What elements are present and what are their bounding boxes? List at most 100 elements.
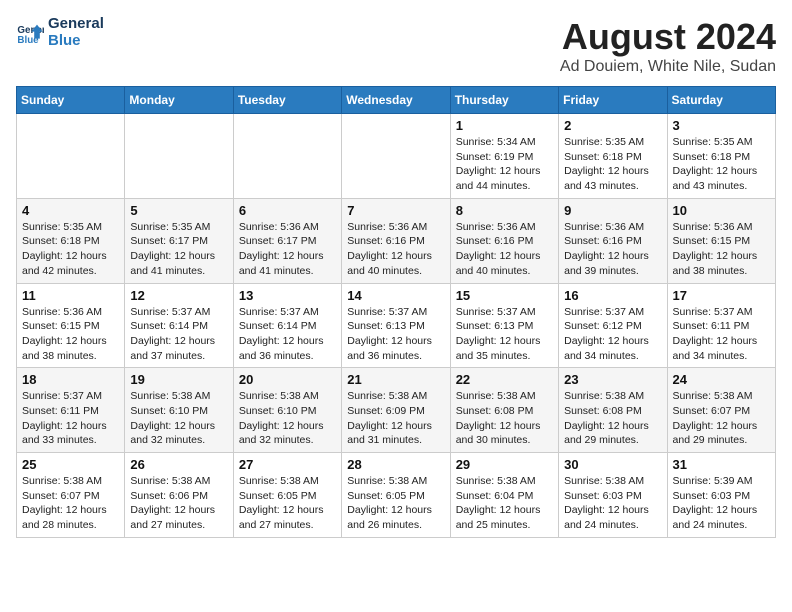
calendar-cell [233, 114, 341, 199]
cell-info: Sunrise: 5:36 AM Sunset: 6:16 PM Dayligh… [564, 220, 661, 279]
calendar-cell: 23 Sunrise: 5:38 AM Sunset: 6:08 PM Dayli… [559, 368, 667, 453]
day-number: 23 [564, 372, 661, 387]
day-number: 5 [130, 203, 227, 218]
cell-info: Sunrise: 5:34 AM Sunset: 6:19 PM Dayligh… [456, 135, 553, 194]
calendar-cell: 19Sunrise: 5:38 AM Sunset: 6:10 PM Dayli… [125, 368, 233, 453]
logo: General Blue General Blue [16, 16, 104, 49]
day-number: 8 [456, 203, 553, 218]
calendar-cell: 10 Sunrise: 5:36 AM Sunset: 6:15 PM Dayli… [667, 198, 775, 283]
calendar-cell: 28 Sunrise: 5:38 AM Sunset: 6:05 PM Dayli… [342, 453, 450, 538]
cell-info: Sunrise: 5:38 AM Sunset: 6:09 PM Dayligh… [347, 389, 444, 448]
calendar-cell: 5 Sunrise: 5:35 AM Sunset: 6:17 PM Daylig… [125, 198, 233, 283]
day-number: 12 [130, 288, 227, 303]
day-number: 27 [239, 457, 336, 472]
day-number: 28 [347, 457, 444, 472]
day-header-wednesday: Wednesday [342, 87, 450, 114]
calendar-cell: 15 Sunrise: 5:37 AM Sunset: 6:13 PM Dayli… [450, 283, 558, 368]
cell-info: Sunrise: 5:39 AM Sunset: 6:03 PM Dayligh… [673, 474, 770, 533]
day-number: 2 [564, 118, 661, 133]
calendar-cell: 8 Sunrise: 5:36 AM Sunset: 6:16 PM Daylig… [450, 198, 558, 283]
cell-info: Sunrise: 5:38 AM Sunset: 6:08 PM Dayligh… [564, 389, 661, 448]
day-number: 17 [673, 288, 770, 303]
day-number: 14 [347, 288, 444, 303]
calendar-cell [125, 114, 233, 199]
day-number: 20 [239, 372, 336, 387]
calendar-cell: 14 Sunrise: 5:37 AM Sunset: 6:13 PM Dayli… [342, 283, 450, 368]
calendar-cell: 16 Sunrise: 5:37 AM Sunset: 6:12 PM Dayli… [559, 283, 667, 368]
calendar-cell: 21 Sunrise: 5:38 AM Sunset: 6:09 PM Dayli… [342, 368, 450, 453]
day-header-tuesday: Tuesday [233, 87, 341, 114]
day-number: 29 [456, 457, 553, 472]
calendar-cell: 20 Sunrise: 5:38 AM Sunset: 6:10 PM Dayli… [233, 368, 341, 453]
calendar-week-5: 25Sunrise: 5:38 AM Sunset: 6:07 PM Dayli… [17, 453, 776, 538]
day-number: 11 [22, 288, 119, 303]
header-row: SundayMondayTuesdayWednesdayThursdayFrid… [17, 87, 776, 114]
day-header-saturday: Saturday [667, 87, 775, 114]
cell-info: Sunrise: 5:37 AM Sunset: 6:11 PM Dayligh… [673, 305, 770, 364]
calendar-cell: 12 Sunrise: 5:37 AM Sunset: 6:14 PM Dayli… [125, 283, 233, 368]
day-number: 10 [673, 203, 770, 218]
logo-line2: Blue [48, 33, 104, 50]
cell-info: Sunrise: 5:35 AM Sunset: 6:18 PM Dayligh… [22, 220, 119, 279]
calendar-cell: 22 Sunrise: 5:38 AM Sunset: 6:08 PM Dayli… [450, 368, 558, 453]
cell-info: Sunrise: 5:37 AM Sunset: 6:13 PM Dayligh… [456, 305, 553, 364]
cell-info: Sunrise: 5:37 AM Sunset: 6:12 PM Dayligh… [564, 305, 661, 364]
cell-info: Sunrise: 5:36 AM Sunset: 6:15 PM Dayligh… [22, 305, 119, 364]
calendar-cell: 17 Sunrise: 5:37 AM Sunset: 6:11 PM Dayli… [667, 283, 775, 368]
cell-info: Sunrise: 5:38 AM Sunset: 6:07 PM Dayligh… [22, 474, 119, 533]
cell-info: Sunrise: 5:35 AM Sunset: 6:17 PM Dayligh… [130, 220, 227, 279]
cell-info: Sunrise: 5:38 AM Sunset: 6:08 PM Dayligh… [456, 389, 553, 448]
cell-info: Sunrise: 5:35 AM Sunset: 6:18 PM Dayligh… [564, 135, 661, 194]
calendar-body: 1Sunrise: 5:34 AM Sunset: 6:19 PM Daylig… [17, 114, 776, 538]
day-number: 13 [239, 288, 336, 303]
calendar-cell: 7 Sunrise: 5:36 AM Sunset: 6:16 PM Daylig… [342, 198, 450, 283]
cell-info: Sunrise: 5:38 AM Sunset: 6:10 PM Dayligh… [239, 389, 336, 448]
page-header: General Blue General Blue August 2024 Ad… [16, 16, 776, 76]
cell-info: Sunrise: 5:38 AM Sunset: 6:10 PM Dayligh… [130, 389, 227, 448]
cell-info: Sunrise: 5:38 AM Sunset: 6:03 PM Dayligh… [564, 474, 661, 533]
day-header-sunday: Sunday [17, 87, 125, 114]
calendar-cell: 31Sunrise: 5:39 AM Sunset: 6:03 PM Dayli… [667, 453, 775, 538]
day-number: 6 [239, 203, 336, 218]
calendar-cell: 9 Sunrise: 5:36 AM Sunset: 6:16 PM Daylig… [559, 198, 667, 283]
logo-icon: General Blue [16, 19, 44, 47]
calendar-cell: 25Sunrise: 5:38 AM Sunset: 6:07 PM Dayli… [17, 453, 125, 538]
cell-info: Sunrise: 5:36 AM Sunset: 6:16 PM Dayligh… [347, 220, 444, 279]
day-header-friday: Friday [559, 87, 667, 114]
calendar-cell: 6Sunrise: 5:36 AM Sunset: 6:17 PM Daylig… [233, 198, 341, 283]
day-number: 3 [673, 118, 770, 133]
calendar-cell: 18Sunrise: 5:37 AM Sunset: 6:11 PM Dayli… [17, 368, 125, 453]
cell-info: Sunrise: 5:37 AM Sunset: 6:14 PM Dayligh… [130, 305, 227, 364]
calendar-cell: 2 Sunrise: 5:35 AM Sunset: 6:18 PM Daylig… [559, 114, 667, 199]
calendar-week-1: 1Sunrise: 5:34 AM Sunset: 6:19 PM Daylig… [17, 114, 776, 199]
day-number: 21 [347, 372, 444, 387]
day-number: 22 [456, 372, 553, 387]
cell-info: Sunrise: 5:37 AM Sunset: 6:13 PM Dayligh… [347, 305, 444, 364]
day-header-monday: Monday [125, 87, 233, 114]
day-number: 15 [456, 288, 553, 303]
day-number: 9 [564, 203, 661, 218]
cell-info: Sunrise: 5:38 AM Sunset: 6:05 PM Dayligh… [239, 474, 336, 533]
cell-info: Sunrise: 5:36 AM Sunset: 6:16 PM Dayligh… [456, 220, 553, 279]
day-number: 26 [130, 457, 227, 472]
cell-info: Sunrise: 5:36 AM Sunset: 6:15 PM Dayligh… [673, 220, 770, 279]
cell-info: Sunrise: 5:35 AM Sunset: 6:18 PM Dayligh… [673, 135, 770, 194]
calendar-cell: 3 Sunrise: 5:35 AM Sunset: 6:18 PM Daylig… [667, 114, 775, 199]
cell-info: Sunrise: 5:38 AM Sunset: 6:05 PM Dayligh… [347, 474, 444, 533]
calendar-cell: 26Sunrise: 5:38 AM Sunset: 6:06 PM Dayli… [125, 453, 233, 538]
day-number: 16 [564, 288, 661, 303]
calendar-cell: 30 Sunrise: 5:38 AM Sunset: 6:03 PM Dayli… [559, 453, 667, 538]
title-block: August 2024 Ad Douiem, White Nile, Sudan [560, 16, 776, 76]
calendar-week-4: 18Sunrise: 5:37 AM Sunset: 6:11 PM Dayli… [17, 368, 776, 453]
day-number: 7 [347, 203, 444, 218]
calendar-week-2: 4Sunrise: 5:35 AM Sunset: 6:18 PM Daylig… [17, 198, 776, 283]
day-number: 18 [22, 372, 119, 387]
day-number: 24 [673, 372, 770, 387]
day-number: 30 [564, 457, 661, 472]
calendar-cell: 27 Sunrise: 5:38 AM Sunset: 6:05 PM Dayli… [233, 453, 341, 538]
calendar-cell: 4Sunrise: 5:35 AM Sunset: 6:18 PM Daylig… [17, 198, 125, 283]
calendar-header: SundayMondayTuesdayWednesdayThursdayFrid… [17, 87, 776, 114]
month-title: August 2024 [560, 16, 776, 58]
cell-info: Sunrise: 5:38 AM Sunset: 6:07 PM Dayligh… [673, 389, 770, 448]
cell-info: Sunrise: 5:38 AM Sunset: 6:04 PM Dayligh… [456, 474, 553, 533]
